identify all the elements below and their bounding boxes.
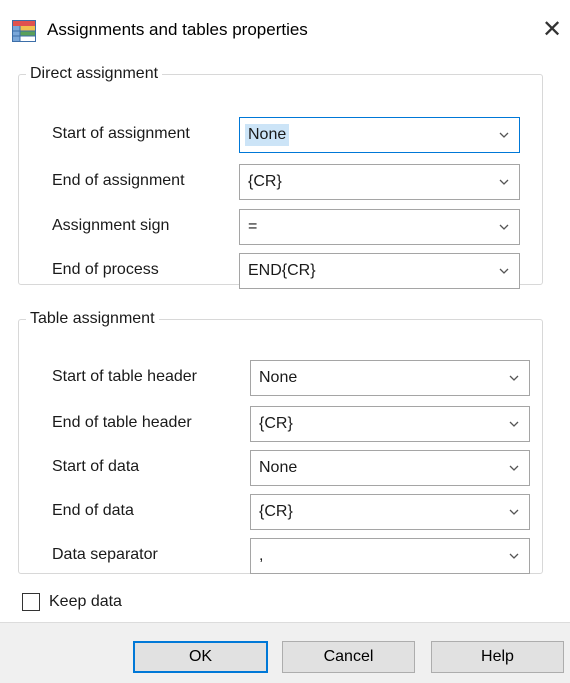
dropdown-value: =	[248, 218, 258, 235]
chevron-down-icon	[509, 465, 519, 471]
chevron-down-icon	[499, 132, 509, 138]
cancel-button[interactable]: Cancel	[282, 641, 415, 673]
table-properties-icon	[12, 20, 36, 42]
help-button[interactable]: Help	[431, 641, 564, 673]
direct-assignment-group: Direct assignment Start of assignment No…	[18, 65, 543, 289]
chevron-down-icon	[509, 509, 519, 515]
window-title: Assignments and tables properties	[47, 20, 308, 39]
ok-button[interactable]: OK	[133, 641, 268, 673]
dropdown-value: None	[245, 124, 290, 146]
dropdown-value: ,	[259, 547, 264, 564]
dropdown-value: {CR}	[259, 503, 293, 520]
chevron-down-icon	[499, 179, 509, 185]
table-assignment-group: Table assignment Start of table header N…	[18, 310, 543, 574]
start-of-data-dropdown[interactable]: None	[250, 450, 530, 486]
end-of-assignment-label: End of assignment	[52, 172, 185, 189]
data-separator-label: Data separator	[52, 546, 158, 563]
chevron-down-icon	[499, 268, 509, 274]
keep-data-label: Keep data	[49, 593, 122, 610]
start-of-table-header-label: Start of table header	[52, 368, 197, 385]
assignment-sign-dropdown[interactable]: =	[239, 209, 520, 245]
start-of-data-label: Start of data	[52, 458, 140, 475]
chevron-down-icon	[509, 553, 519, 559]
keep-data-option[interactable]: Keep data	[22, 593, 122, 611]
data-separator-dropdown[interactable]: ,	[250, 538, 530, 574]
title-bar: Assignments and tables properties ✕	[0, 0, 570, 62]
close-icon[interactable]: ✕	[537, 13, 567, 47]
table-assignment-legend: Table assignment	[30, 310, 155, 327]
end-of-data-label: End of data	[52, 502, 134, 519]
dropdown-value: None	[259, 459, 298, 476]
keep-data-checkbox[interactable]	[22, 593, 40, 611]
start-of-assignment-dropdown[interactable]: None	[239, 117, 520, 153]
chevron-down-icon	[499, 224, 509, 230]
end-of-table-header-dropdown[interactable]: {CR}	[250, 406, 530, 442]
dropdown-value: None	[259, 369, 298, 386]
chevron-down-icon	[509, 375, 519, 381]
end-of-table-header-label: End of table header	[52, 414, 192, 431]
end-of-process-dropdown[interactable]: END{CR}	[239, 253, 520, 289]
chevron-down-icon	[509, 421, 519, 427]
end-of-process-label: End of process	[52, 261, 159, 278]
dropdown-value: {CR}	[259, 415, 293, 432]
start-of-table-header-dropdown[interactable]: None	[250, 360, 530, 396]
start-of-assignment-label: Start of assignment	[52, 125, 190, 142]
assignment-sign-label: Assignment sign	[52, 217, 170, 234]
dropdown-value: END{CR}	[248, 262, 316, 279]
end-of-data-dropdown[interactable]: {CR}	[250, 494, 530, 530]
dialog-footer: OK Cancel Help	[0, 622, 570, 683]
dropdown-value: {CR}	[248, 173, 282, 190]
direct-assignment-legend: Direct assignment	[30, 65, 159, 82]
end-of-assignment-dropdown[interactable]: {CR}	[239, 164, 520, 200]
